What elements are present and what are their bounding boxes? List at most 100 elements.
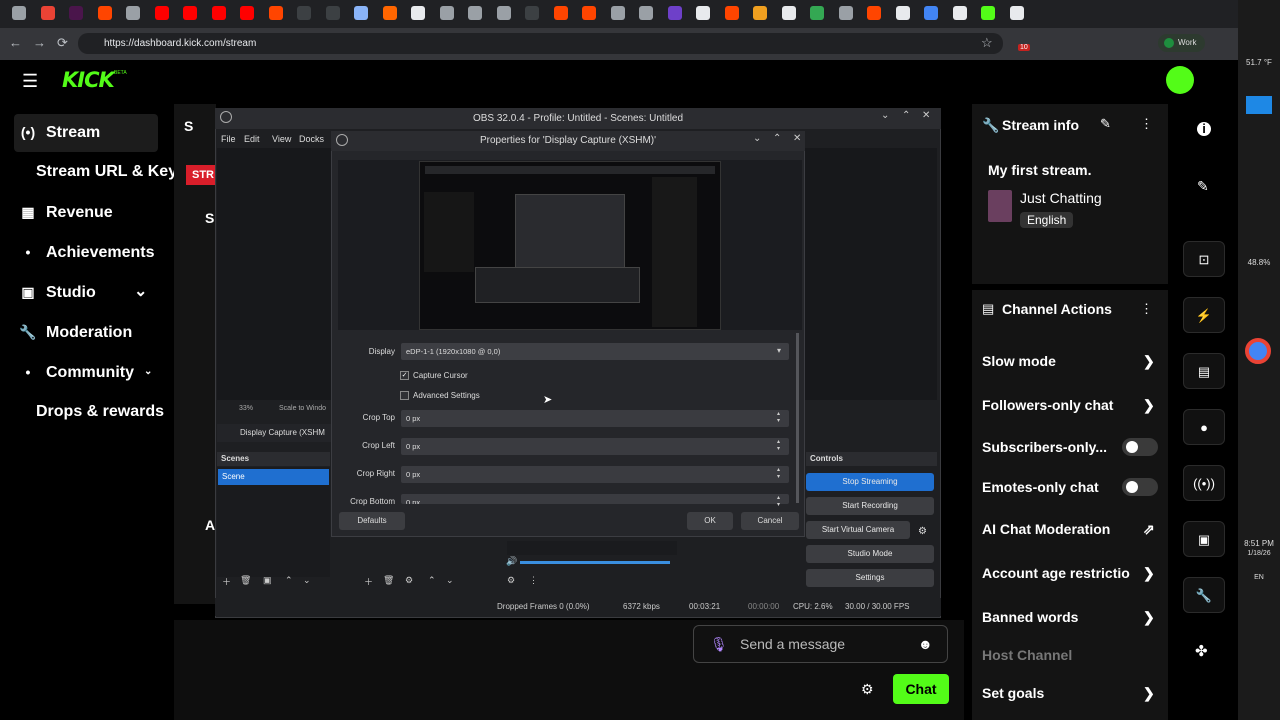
edit-icon[interactable]: ✎ [1197,178,1209,195]
notes-icon[interactable]: ▤ [1183,353,1225,389]
browser-tab[interactable] [69,6,83,20]
zoom-level[interactable]: 33% [239,405,253,412]
browser-tab[interactable] [496,6,511,20]
nav-item[interactable]: • Achievements [18,234,155,270]
stream-status-button[interactable]: STR [186,165,216,185]
nav-item[interactable]: • Community ⌄ [18,354,153,390]
add-source-icon[interactable]: ＋ [364,575,373,588]
menu-docks[interactable]: Docks [299,134,324,144]
control-button[interactable]: Start Recording [806,497,934,515]
browser-tab[interactable] [724,6,739,20]
browser-tab[interactable] [895,6,910,20]
browser-tab[interactable] [240,6,254,20]
browser-tab[interactable] [97,6,112,20]
external-link-icon[interactable]: ⇗ [1143,521,1155,538]
move-down-icon[interactable]: ⌄ [303,575,311,586]
browser-tab[interactable] [553,6,568,20]
filter-icon[interactable]: ▣ [263,575,272,586]
chevron-down-icon[interactable]: ⌄ [134,274,147,310]
cancel-button[interactable]: Cancel [741,512,799,530]
browser-tab[interactable] [1009,6,1024,20]
chevron-right-icon[interactable]: ❯ [1143,353,1155,370]
scale-mode[interactable]: Scale to Windo [279,405,326,412]
bookmark-star-icon[interactable]: ☆ [981,36,993,50]
move-up-icon[interactable]: ⌃ [285,575,293,586]
browser-tab[interactable] [867,6,881,20]
browser-tab[interactable] [211,6,226,20]
media-icon[interactable]: ▣ [1183,521,1225,557]
broadcast-icon[interactable]: ((•)) [1183,465,1225,501]
chevron-right-icon[interactable]: ❯ [1143,565,1155,582]
maximize-icon[interactable]: ⌃ [902,110,910,121]
channel-action-label[interactable]: Slow mode [982,353,1157,369]
scene-item[interactable]: Scene [218,469,329,485]
user-avatar[interactable] [1166,66,1194,94]
browser-tab[interactable] [439,6,454,20]
source-up-icon[interactable]: ⌃ [428,575,436,586]
channel-action-label[interactable]: Set goals [982,685,1157,701]
spinner-icon[interactable]: ▴ ▾ [777,411,780,425]
file-explorer-icon[interactable] [1246,96,1272,114]
edit-pencil-icon[interactable]: ✎ [1100,116,1111,132]
advanced-settings-checkbox[interactable] [400,391,409,400]
chrome-icon[interactable] [1245,338,1271,364]
browser-tab[interactable] [154,6,169,20]
toggle-switch[interactable] [1122,478,1158,496]
nav-item[interactable]: (•) Stream [18,114,100,150]
control-button[interactable]: Studio Mode [806,545,934,563]
kick-logo[interactable]: KICK [62,68,115,92]
browser-tab[interactable] [924,6,938,20]
info-icon[interactable]: i [1197,122,1211,136]
control-button[interactable]: Settings [806,569,934,587]
menu-view[interactable]: View [272,134,291,144]
browser-tab[interactable] [610,6,625,20]
add-icon[interactable]: ＋ [222,575,231,588]
chat-bubble-icon[interactable]: ● [1183,409,1225,445]
channel-action-label[interactable]: Account age restrictio [982,565,1157,581]
browser-tab[interactable] [411,6,425,20]
audio-menu-icon[interactable]: ⋮ [529,575,538,586]
back-button[interactable]: ← [9,36,22,50]
minimize-icon[interactable]: ⌄ [881,110,889,121]
spinner-icon[interactable]: ▴ ▾ [777,467,780,481]
browser-tab[interactable] [753,6,767,20]
toggle-switch[interactable] [1122,438,1158,456]
dialog-scrollbar[interactable] [796,333,799,503]
nav-item[interactable]: Stream URL & Key [36,154,177,190]
chevron-right-icon[interactable]: ❯ [1143,609,1155,626]
nav-item[interactable]: 🔧 Moderation [18,314,132,350]
remove-source-icon[interactable]: 🗑 [383,575,394,586]
browser-tab[interactable] [582,6,596,20]
source-settings-icon[interactable]: ⚙ [405,575,413,586]
menu-file[interactable]: File [221,134,236,144]
remove-icon[interactable]: 🗑 [240,575,251,586]
browser-tab[interactable] [667,6,682,20]
dialog-minimize-icon[interactable]: ⌄ [753,133,761,144]
chat-settings-gear-icon[interactable]: ⚙ [861,681,874,698]
browser-tab[interactable] [981,6,995,20]
volume-slider[interactable] [520,561,670,564]
crop-input[interactable]: 0 px [401,438,789,455]
kebab-menu-icon[interactable]: ⋮ [1140,116,1153,132]
speaker-icon[interactable]: 🔊 [506,556,517,567]
browser-tab[interactable] [126,6,140,20]
browser-tab[interactable] [354,6,368,20]
menu-edit[interactable]: Edit [244,134,260,144]
ok-button[interactable]: OK [687,512,733,530]
apps-icon[interactable]: ✤ [1195,642,1208,660]
chevron-down-icon[interactable]: ⌄ [144,354,152,390]
source-label[interactable]: Display Capture (XSHM [240,428,325,437]
channel-action-label[interactable]: AI Chat Moderation [982,521,1157,537]
browser-tab[interactable] [325,6,340,20]
spinner-icon[interactable]: ▴ ▾ [777,439,780,453]
channel-action-label[interactable]: Followers-only chat [982,397,1157,413]
reload-button[interactable]: ⟳ [57,36,68,50]
browser-tab[interactable] [525,6,539,20]
nav-item[interactable]: Drops & rewards [36,394,164,430]
virtual-camera-settings-icon[interactable]: ⚙ [918,526,927,537]
audio-settings-icon[interactable]: ⚙ [507,575,515,586]
spinner-icon[interactable]: ▴ ▾ [777,495,780,509]
address-bar[interactable]: https://dashboard.kick.com/stream [78,33,1003,54]
crop-input[interactable]: 0 px [401,410,789,427]
browser-tab[interactable] [468,6,482,20]
